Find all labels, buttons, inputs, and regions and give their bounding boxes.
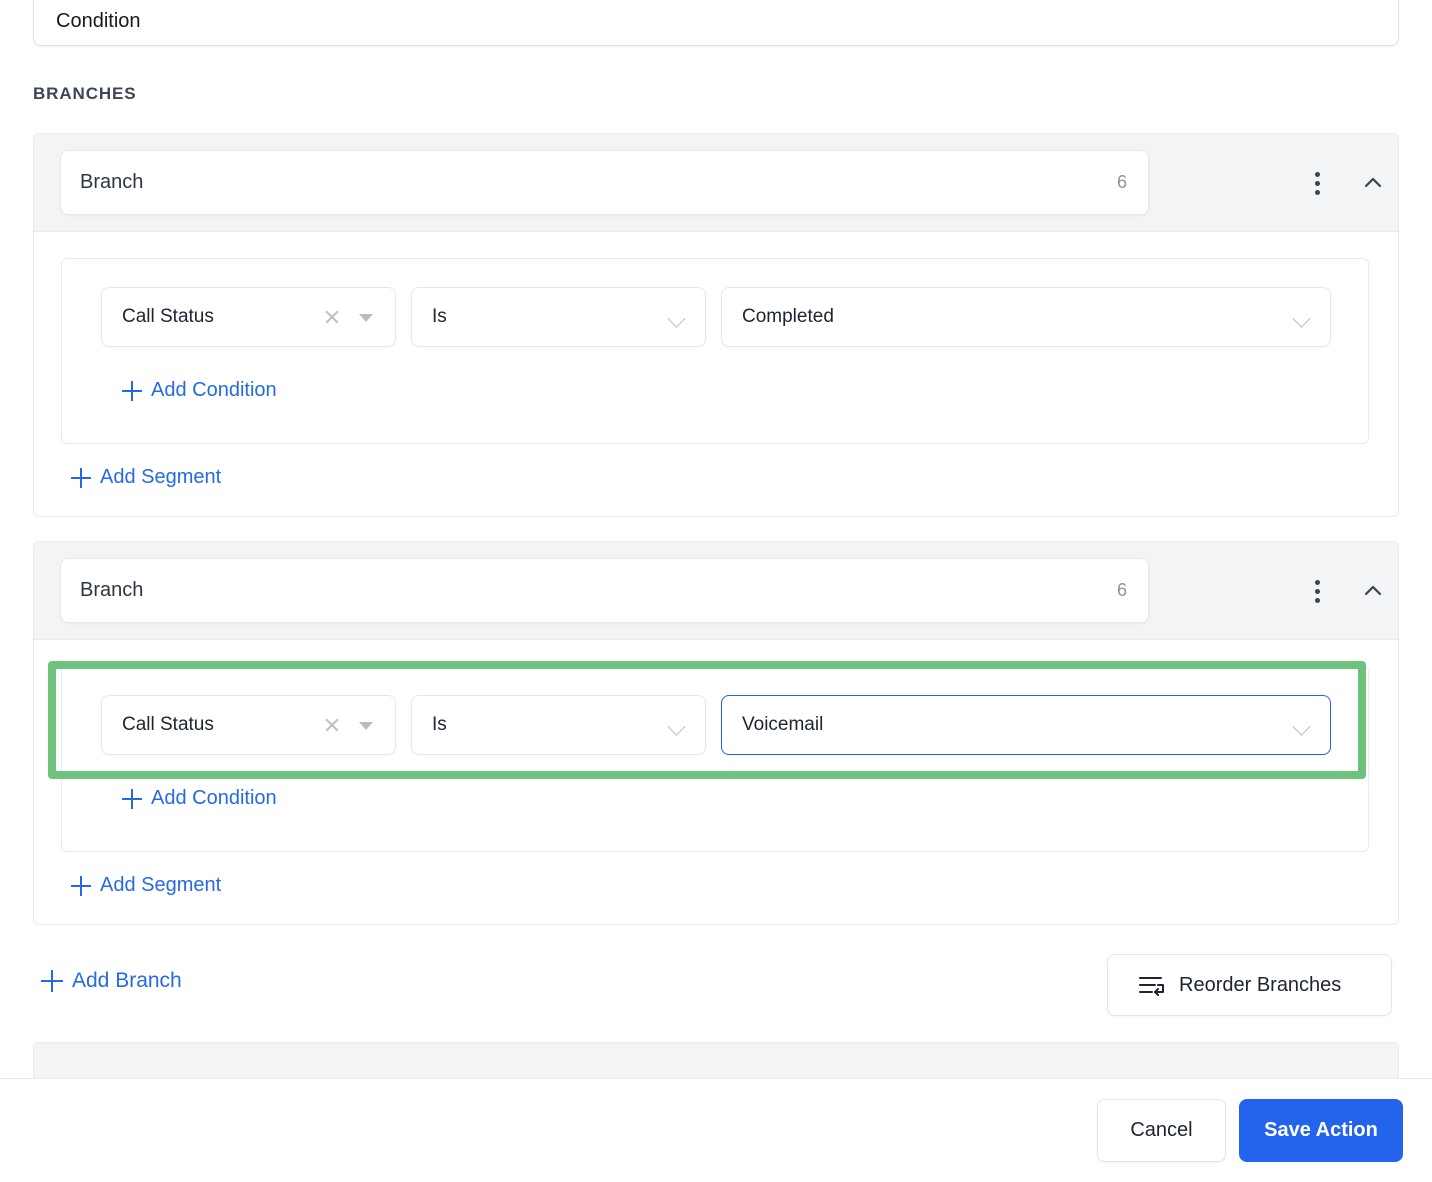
add-condition-button[interactable]: Add Condition [122, 379, 277, 402]
condition-attribute-value: Call Status [122, 714, 214, 735]
branch-name-char-count: 6 [1116, 580, 1127, 600]
add-branch-button[interactable]: Add Branch [41, 969, 182, 993]
dialog-footer: Cancel Save Action [0, 1078, 1432, 1182]
reorder-lines-arrow-icon [1139, 977, 1164, 996]
branch-card: Branch 6 Call Status [33, 541, 1399, 925]
branch-collapse-button[interactable] [1354, 164, 1392, 202]
condition-operator-select[interactable]: Is [411, 695, 706, 755]
add-segment-button[interactable]: Add Segment [71, 466, 221, 489]
chevron-down-icon [1292, 309, 1311, 328]
add-branch-label: Add Branch [72, 969, 182, 992]
branch-options-button[interactable] [1298, 572, 1336, 610]
add-segment-label: Add Segment [100, 466, 222, 488]
condition-value-value: Completed [742, 306, 834, 327]
branch-name-input[interactable]: Branch 6 [60, 558, 1149, 623]
branch-header: Branch 6 [34, 542, 1398, 640]
condition-operator-value: Is [432, 306, 447, 327]
clear-x-icon[interactable] [323, 716, 341, 734]
chevron-down-icon [667, 717, 686, 736]
condition-value-select[interactable]: Completed [721, 287, 1331, 347]
branch-card: Branch 6 Call Status [33, 133, 1399, 517]
chevron-up-icon [1364, 585, 1382, 596]
branches-section-label: BRANCHES [33, 84, 137, 103]
action-branch-editor: Condition BRANCHES Branch 6 Call Status … [0, 0, 1432, 1182]
branch-name-char-count: 6 [1116, 172, 1127, 192]
chevron-down-icon [1292, 717, 1311, 736]
kebab-menu-icon [1314, 578, 1320, 605]
caret-down-icon [359, 722, 373, 730]
condition-value-select[interactable]: Voicemail [721, 695, 1331, 755]
plus-icon [41, 970, 63, 992]
editor-scroll-area[interactable]: Condition BRANCHES Branch 6 Call Status … [0, 0, 1432, 1078]
branch-header [34, 1043, 1398, 1078]
add-condition-label: Add Condition [151, 787, 277, 809]
add-segment-label: Add Segment [100, 874, 222, 896]
condition-operator-value: Is [432, 714, 447, 735]
add-segment-button[interactable]: Add Segment [71, 874, 221, 897]
branch-card [33, 1042, 1399, 1078]
condition-row: Call Status Is Completed [62, 259, 1368, 359]
condition-attribute-select[interactable]: Call Status [101, 287, 396, 347]
plus-icon [122, 788, 142, 809]
branch-header: Branch 6 [34, 134, 1398, 232]
branch-segment: Call Status Is Completed Add Condition [61, 258, 1369, 444]
cancel-button[interactable]: Cancel [1097, 1099, 1226, 1162]
plus-icon [71, 875, 91, 896]
branch-name-value: Branch [80, 171, 144, 193]
add-condition-button[interactable]: Add Condition [122, 787, 277, 810]
condition-name-input[interactable]: Condition [33, 0, 1399, 46]
caret-down-icon [359, 314, 373, 322]
reorder-branches-button[interactable]: Reorder Branches [1107, 954, 1392, 1016]
add-condition-label: Add Condition [151, 379, 277, 401]
condition-name-value: Condition [56, 10, 141, 32]
condition-attribute-select[interactable]: Call Status [101, 695, 396, 755]
save-action-button[interactable]: Save Action [1239, 1099, 1403, 1162]
condition-value-value: Voicemail [742, 714, 824, 735]
condition-operator-select[interactable]: Is [411, 287, 706, 347]
chevron-up-icon [1364, 177, 1382, 188]
plus-icon [71, 467, 91, 488]
branch-segment: Call Status Is Voicemail Add Condition [61, 666, 1369, 852]
kebab-menu-icon [1314, 170, 1320, 197]
plus-icon [122, 380, 142, 401]
clear-x-icon[interactable] [323, 308, 341, 326]
reorder-branches-label: Reorder Branches [1179, 973, 1342, 996]
condition-attribute-value: Call Status [122, 306, 214, 327]
condition-row: Call Status Is Voicemail [62, 667, 1368, 767]
branch-name-value: Branch [80, 579, 144, 601]
branch-collapse-button[interactable] [1354, 572, 1392, 610]
chevron-down-icon [667, 309, 686, 328]
branch-name-input[interactable]: Branch 6 [60, 150, 1149, 215]
branch-options-button[interactable] [1298, 164, 1336, 202]
